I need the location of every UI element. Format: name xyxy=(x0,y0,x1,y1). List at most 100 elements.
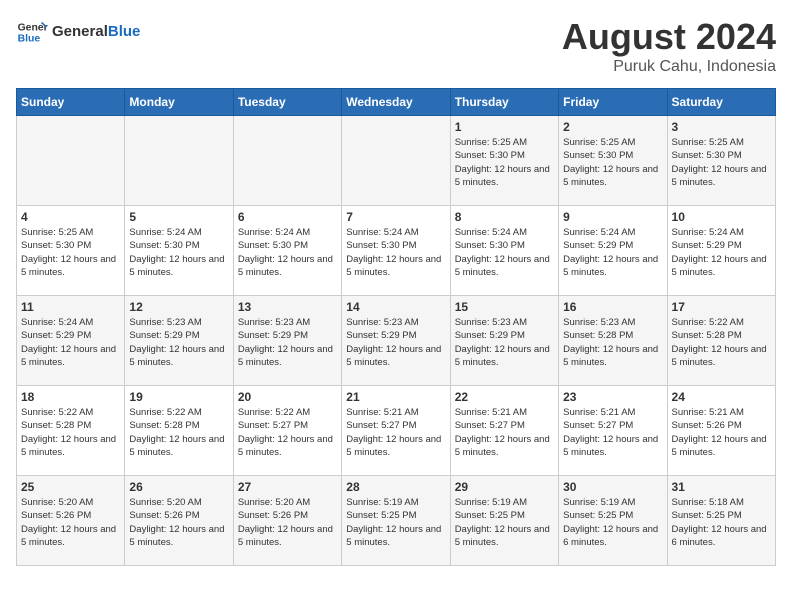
logo-blue: Blue xyxy=(108,23,141,40)
sunset-label: Sunset: 5:26 PM xyxy=(672,420,742,431)
day-number: 12 xyxy=(129,300,228,314)
calendar-cell: 24 Sunrise: 5:21 AM Sunset: 5:26 PM Dayl… xyxy=(667,386,775,476)
day-number: 7 xyxy=(346,210,445,224)
sunset-label: Sunset: 5:29 PM xyxy=(129,330,199,341)
sunset-label: Sunset: 5:29 PM xyxy=(563,240,633,251)
sunset-label: Sunset: 5:28 PM xyxy=(672,330,742,341)
sunrise-label: Sunrise: 5:24 AM xyxy=(238,227,310,238)
day-info: Sunrise: 5:21 AM Sunset: 5:26 PM Dayligh… xyxy=(672,406,771,459)
calendar-cell: 7 Sunrise: 5:24 AM Sunset: 5:30 PM Dayli… xyxy=(342,206,450,296)
day-number: 23 xyxy=(563,390,662,404)
day-number: 20 xyxy=(238,390,337,404)
day-number: 4 xyxy=(21,210,120,224)
daylight-label: Daylight: 12 hours and 5 minutes. xyxy=(563,344,658,368)
calendar-cell: 14 Sunrise: 5:23 AM Sunset: 5:29 PM Dayl… xyxy=(342,296,450,386)
day-info: Sunrise: 5:24 AM Sunset: 5:30 PM Dayligh… xyxy=(238,226,337,279)
day-number: 11 xyxy=(21,300,120,314)
day-info: Sunrise: 5:18 AM Sunset: 5:25 PM Dayligh… xyxy=(672,496,771,549)
calendar-cell: 6 Sunrise: 5:24 AM Sunset: 5:30 PM Dayli… xyxy=(233,206,341,296)
week-row-3: 11 Sunrise: 5:24 AM Sunset: 5:29 PM Dayl… xyxy=(17,296,776,386)
sunset-label: Sunset: 5:30 PM xyxy=(129,240,199,251)
daylight-label: Daylight: 12 hours and 5 minutes. xyxy=(238,254,333,278)
calendar-cell xyxy=(125,116,233,206)
sunset-label: Sunset: 5:30 PM xyxy=(563,150,633,161)
day-number: 31 xyxy=(672,480,771,494)
day-info: Sunrise: 5:24 AM Sunset: 5:30 PM Dayligh… xyxy=(346,226,445,279)
weekday-header-wednesday: Wednesday xyxy=(342,89,450,116)
day-info: Sunrise: 5:21 AM Sunset: 5:27 PM Dayligh… xyxy=(455,406,554,459)
calendar-cell: 10 Sunrise: 5:24 AM Sunset: 5:29 PM Dayl… xyxy=(667,206,775,296)
sunrise-label: Sunrise: 5:21 AM xyxy=(346,407,418,418)
sunset-label: Sunset: 5:26 PM xyxy=(21,510,91,521)
svg-text:Blue: Blue xyxy=(18,34,41,45)
day-number: 27 xyxy=(238,480,337,494)
daylight-label: Daylight: 12 hours and 5 minutes. xyxy=(672,164,767,188)
sunrise-label: Sunrise: 5:24 AM xyxy=(563,227,635,238)
calendar-cell: 30 Sunrise: 5:19 AM Sunset: 5:25 PM Dayl… xyxy=(559,476,667,566)
sunset-label: Sunset: 5:29 PM xyxy=(238,330,308,341)
daylight-label: Daylight: 12 hours and 5 minutes. xyxy=(21,254,116,278)
daylight-label: Daylight: 12 hours and 5 minutes. xyxy=(238,524,333,548)
day-info: Sunrise: 5:21 AM Sunset: 5:27 PM Dayligh… xyxy=(563,406,662,459)
calendar-cell: 13 Sunrise: 5:23 AM Sunset: 5:29 PM Dayl… xyxy=(233,296,341,386)
day-number: 25 xyxy=(21,480,120,494)
calendar-cell: 2 Sunrise: 5:25 AM Sunset: 5:30 PM Dayli… xyxy=(559,116,667,206)
day-number: 29 xyxy=(455,480,554,494)
daylight-label: Daylight: 12 hours and 5 minutes. xyxy=(563,164,658,188)
day-info: Sunrise: 5:19 AM Sunset: 5:25 PM Dayligh… xyxy=(346,496,445,549)
day-info: Sunrise: 5:23 AM Sunset: 5:29 PM Dayligh… xyxy=(238,316,337,369)
day-info: Sunrise: 5:25 AM Sunset: 5:30 PM Dayligh… xyxy=(455,136,554,189)
day-number: 8 xyxy=(455,210,554,224)
daylight-label: Daylight: 12 hours and 5 minutes. xyxy=(563,254,658,278)
day-info: Sunrise: 5:19 AM Sunset: 5:25 PM Dayligh… xyxy=(563,496,662,549)
day-info: Sunrise: 5:22 AM Sunset: 5:28 PM Dayligh… xyxy=(672,316,771,369)
sunset-label: Sunset: 5:25 PM xyxy=(455,510,525,521)
daylight-label: Daylight: 12 hours and 5 minutes. xyxy=(129,344,224,368)
weekday-header-monday: Monday xyxy=(125,89,233,116)
daylight-label: Daylight: 12 hours and 5 minutes. xyxy=(21,524,116,548)
daylight-label: Daylight: 12 hours and 5 minutes. xyxy=(21,344,116,368)
day-number: 5 xyxy=(129,210,228,224)
day-number: 6 xyxy=(238,210,337,224)
day-info: Sunrise: 5:24 AM Sunset: 5:29 PM Dayligh… xyxy=(21,316,120,369)
calendar-cell: 19 Sunrise: 5:22 AM Sunset: 5:28 PM Dayl… xyxy=(125,386,233,476)
sunrise-label: Sunrise: 5:23 AM xyxy=(238,317,310,328)
calendar-cell: 31 Sunrise: 5:18 AM Sunset: 5:25 PM Dayl… xyxy=(667,476,775,566)
sunrise-label: Sunrise: 5:23 AM xyxy=(346,317,418,328)
sunset-label: Sunset: 5:30 PM xyxy=(455,240,525,251)
day-number: 15 xyxy=(455,300,554,314)
sunrise-label: Sunrise: 5:22 AM xyxy=(672,317,744,328)
day-number: 9 xyxy=(563,210,662,224)
weekday-header-tuesday: Tuesday xyxy=(233,89,341,116)
logo-general: General xyxy=(52,23,108,40)
day-info: Sunrise: 5:19 AM Sunset: 5:25 PM Dayligh… xyxy=(455,496,554,549)
week-row-1: 1 Sunrise: 5:25 AM Sunset: 5:30 PM Dayli… xyxy=(17,116,776,206)
sunrise-label: Sunrise: 5:21 AM xyxy=(672,407,744,418)
sunrise-label: Sunrise: 5:24 AM xyxy=(455,227,527,238)
calendar-cell: 12 Sunrise: 5:23 AM Sunset: 5:29 PM Dayl… xyxy=(125,296,233,386)
calendar-cell: 18 Sunrise: 5:22 AM Sunset: 5:28 PM Dayl… xyxy=(17,386,125,476)
day-info: Sunrise: 5:22 AM Sunset: 5:28 PM Dayligh… xyxy=(21,406,120,459)
calendar-cell xyxy=(233,116,341,206)
sunrise-label: Sunrise: 5:24 AM xyxy=(672,227,744,238)
weekday-header-row: SundayMondayTuesdayWednesdayThursdayFrid… xyxy=(17,89,776,116)
daylight-label: Daylight: 12 hours and 5 minutes. xyxy=(346,254,441,278)
weekday-header-sunday: Sunday xyxy=(17,89,125,116)
sunrise-label: Sunrise: 5:25 AM xyxy=(672,137,744,148)
day-info: Sunrise: 5:24 AM Sunset: 5:29 PM Dayligh… xyxy=(672,226,771,279)
day-info: Sunrise: 5:23 AM Sunset: 5:28 PM Dayligh… xyxy=(563,316,662,369)
sunset-label: Sunset: 5:29 PM xyxy=(346,330,416,341)
day-number: 3 xyxy=(672,120,771,134)
sunrise-label: Sunrise: 5:20 AM xyxy=(21,497,93,508)
sunset-label: Sunset: 5:27 PM xyxy=(455,420,525,431)
logo-icon: General Blue xyxy=(16,16,48,48)
weekday-header-saturday: Saturday xyxy=(667,89,775,116)
sunset-label: Sunset: 5:29 PM xyxy=(672,240,742,251)
daylight-label: Daylight: 12 hours and 5 minutes. xyxy=(455,524,550,548)
sunset-label: Sunset: 5:30 PM xyxy=(672,150,742,161)
sunrise-label: Sunrise: 5:24 AM xyxy=(21,317,93,328)
daylight-label: Daylight: 12 hours and 5 minutes. xyxy=(346,524,441,548)
day-info: Sunrise: 5:25 AM Sunset: 5:30 PM Dayligh… xyxy=(563,136,662,189)
day-info: Sunrise: 5:23 AM Sunset: 5:29 PM Dayligh… xyxy=(346,316,445,369)
calendar-cell: 25 Sunrise: 5:20 AM Sunset: 5:26 PM Dayl… xyxy=(17,476,125,566)
